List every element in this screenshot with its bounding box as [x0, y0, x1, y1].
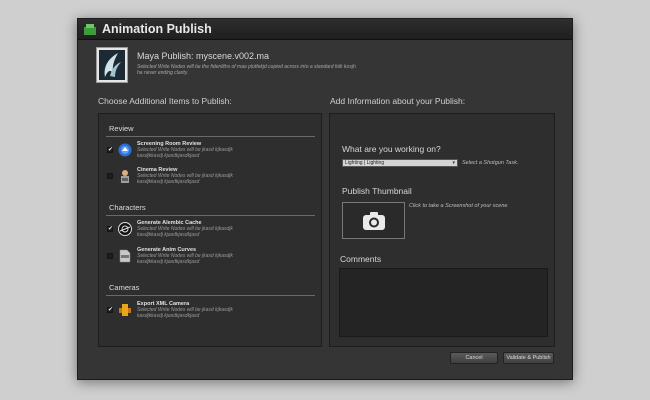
- xml-file-icon: [119, 249, 131, 263]
- camera-icon: [119, 304, 131, 316]
- shotgun-app-icon: [84, 23, 96, 35]
- screening-room-checkbox[interactable]: ✔: [107, 147, 113, 153]
- alembic-icon: [118, 222, 132, 236]
- cinema-icon: [121, 170, 129, 183]
- divider: [106, 136, 315, 137]
- list-item[interactable]: Generate Anim Curves Selected Write Node…: [107, 247, 247, 265]
- anim-curves-checkbox[interactable]: [107, 253, 113, 259]
- thumbnail-label: Publish Thumbnail: [342, 186, 412, 196]
- task-label: What are you working on?: [342, 144, 441, 154]
- task-hint: Select a Shotgun Task.: [462, 160, 519, 166]
- list-item[interactable]: ✔ Export XML Camera Selected Write Nodes…: [107, 301, 247, 319]
- additional-items-panel: Review ✔ Screening Room Review Selected …: [98, 113, 322, 347]
- list-item[interactable]: ✔ Generate Alembic Cache Selected Write …: [107, 220, 247, 238]
- item-description: Selected Write Nodes will be jkasd kjkas…: [137, 226, 233, 238]
- item-description: Selected Write Nodes will be jkasd kjkas…: [137, 253, 233, 265]
- item-description: Selected Write Nodes will be jkasd kjkas…: [137, 147, 233, 159]
- group-title-cameras: Cameras: [109, 283, 140, 292]
- validate-publish-button[interactable]: Validate & Publish: [503, 352, 554, 364]
- thumbnail-capture-button[interactable]: [342, 202, 405, 239]
- maya-logo-icon: [96, 47, 128, 83]
- title-bar: Animation Publish: [78, 19, 572, 40]
- divider: [106, 295, 315, 296]
- publish-info-heading: Add Information about your Publish:: [330, 96, 466, 106]
- task-select-value: Lighting | Lighting: [345, 160, 385, 166]
- publish-info-panel: What are you working on? Lighting | Ligh…: [329, 113, 555, 347]
- publish-scene-title: Maya Publish: myscene.v002.ma: [137, 51, 270, 61]
- cinema-review-checkbox[interactable]: [107, 173, 113, 179]
- item-description: Selected Write Nodes will be jkasd kjkas…: [137, 173, 233, 185]
- task-select[interactable]: Lighting | Lighting ▾: [342, 159, 458, 167]
- additional-items-heading: Choose Additional Items to Publish:: [98, 96, 232, 106]
- thumbnail-hint: Click to take a Screenshot of your scene: [409, 203, 508, 209]
- alembic-cache-checkbox[interactable]: ✔: [107, 226, 113, 232]
- publish-scene-subtitle: Selected Write Nodes will be the fidenli…: [137, 64, 356, 76]
- item-description: Selected Write Nodes will be jkasd kjkas…: [137, 307, 233, 319]
- list-item[interactable]: ✔ Screening Room Review Selected Write N…: [107, 141, 247, 159]
- divider: [106, 215, 315, 216]
- camera-icon: [362, 211, 385, 230]
- cancel-button[interactable]: Cancel: [450, 352, 498, 364]
- group-title-characters: Characters: [109, 203, 146, 212]
- export-camera-checkbox[interactable]: ✔: [107, 307, 113, 313]
- list-item[interactable]: Cinema Review Selected Write Nodes will …: [107, 167, 247, 185]
- window-title: Animation Publish: [102, 22, 212, 36]
- screening-room-icon: [118, 143, 132, 157]
- group-title-review: Review: [109, 124, 134, 133]
- publish-header: Maya Publish: myscene.v002.ma Selected W…: [96, 47, 357, 83]
- publish-dialog: Animation Publish Maya Publish: myscene.…: [77, 18, 573, 380]
- comments-label: Comments: [340, 254, 382, 264]
- comments-textarea[interactable]: [339, 268, 548, 337]
- chevron-down-icon: ▾: [452, 160, 455, 166]
